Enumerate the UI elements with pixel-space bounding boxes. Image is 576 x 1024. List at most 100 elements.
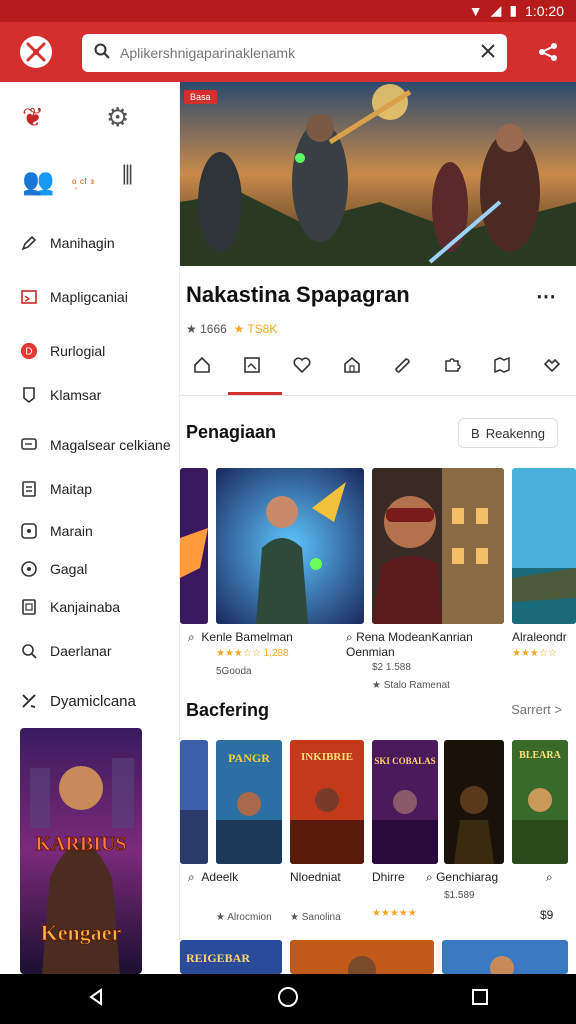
battery-icon: ▮ xyxy=(509,2,518,18)
poster-art: PANGR xyxy=(216,740,282,864)
hero-art xyxy=(180,82,576,266)
sidebar-item-label: Maitap xyxy=(50,481,93,497)
sidebar-item-label: Daerlanar xyxy=(50,643,112,659)
clear-search-icon[interactable] xyxy=(481,43,495,63)
tab-likes[interactable] xyxy=(534,348,570,382)
game-rating: ★ 1666 ★ TS8K xyxy=(186,322,277,336)
game-card[interactable] xyxy=(372,468,504,624)
tab-map[interactable] xyxy=(484,348,520,382)
sidebar-item-label: Marain xyxy=(50,523,93,539)
card-title-row: ⌕ Genchiarag xyxy=(426,870,498,885)
card-title: Nloedniat xyxy=(290,870,341,884)
poster-card[interactable]: PANGR xyxy=(216,740,282,864)
tab-favorites[interactable] xyxy=(284,348,320,382)
more-options-icon[interactable]: ⋯ xyxy=(536,284,556,309)
heart-icon xyxy=(293,357,311,374)
see-all-link[interactable]: Sarrert > xyxy=(511,702,562,717)
search-icon: ⌕ xyxy=(426,870,433,884)
poster-card[interactable]: INKIBRIE xyxy=(290,740,364,864)
home-circle-icon[interactable] xyxy=(277,986,299,1013)
tag-icon xyxy=(20,386,38,404)
search-icon[interactable]: ⌕ xyxy=(546,870,553,885)
signal-icon: ◢ xyxy=(490,2,502,18)
sidebar-item-label: Gagal xyxy=(50,561,88,577)
sidebar-item-marain[interactable]: Marain xyxy=(20,522,93,540)
reakenng-button[interactable]: B Reakenng xyxy=(458,418,558,448)
sidebar-item-klamsar[interactable]: Klamsar xyxy=(20,386,101,404)
poster-title: REIGEBAR xyxy=(186,951,250,965)
search-icon: ⌕ xyxy=(188,630,195,644)
sidebar-item-mapligcaniai[interactable]: Mapligcaniai xyxy=(20,288,128,306)
share-icon[interactable] xyxy=(536,40,560,64)
search-icon xyxy=(20,642,38,660)
sidebar-item-magalsear[interactable]: Magalsear celkiane xyxy=(20,436,171,454)
chat-icon xyxy=(20,436,38,454)
map-icon xyxy=(494,356,510,374)
figure-icon[interactable]: ⫴ xyxy=(122,160,133,192)
tab-gallery[interactable] xyxy=(228,348,282,395)
card-title: Kenle Bamelman xyxy=(201,630,293,644)
sidebar-item-label: Manihagin xyxy=(50,235,115,251)
game-card-partial-left[interactable] xyxy=(180,468,208,624)
tab-store[interactable] xyxy=(334,348,370,382)
card-sub: $9 xyxy=(540,908,554,922)
sidebar-item-manihagin[interactable]: Manihagin xyxy=(20,234,115,252)
search-icon: ⌕ xyxy=(346,630,353,644)
tag-icon xyxy=(395,358,410,373)
box-icon xyxy=(20,598,38,616)
game-card[interactable] xyxy=(216,468,364,624)
card-sub: ★ Alrocmion xyxy=(216,912,272,923)
poster-card[interactable]: BLEARA xyxy=(512,740,568,864)
poster-card-bottom[interactable] xyxy=(290,940,434,974)
sidebar-item-dyamiclcana[interactable]: Dyamiclcana xyxy=(20,692,136,710)
back-icon[interactable] xyxy=(86,987,106,1012)
sidebar-item-rurlogial[interactable]: D Rurlogial xyxy=(20,342,105,360)
card-art xyxy=(180,468,208,624)
bookmark-icon: B xyxy=(471,425,480,441)
banner-subtitle: Kengaer xyxy=(41,920,122,945)
tab-home[interactable] xyxy=(184,348,220,382)
poster-art: SKI COBALAS xyxy=(372,740,438,864)
search-icon: ⌕ xyxy=(188,870,195,884)
doc-icon xyxy=(20,480,38,498)
sidebar-item-label: Kanjainaba xyxy=(50,599,121,615)
poster-title: BLEARA xyxy=(519,750,561,761)
pencil-icon xyxy=(20,234,38,252)
poster-card[interactable]: SKI COBALAS xyxy=(372,740,438,864)
search-input[interactable] xyxy=(120,45,481,61)
card-title-row: ⌕ Rena ModeanKanrian Oenmian xyxy=(346,630,506,660)
poster-art: REIGEBAR xyxy=(180,940,282,974)
app-bar xyxy=(0,22,576,82)
search-bar[interactable] xyxy=(82,34,507,72)
people-icon[interactable]: 👥 xyxy=(22,166,54,197)
poster-card-bottom[interactable]: REIGEBAR xyxy=(180,940,282,974)
sidebar-item-label: Rurlogial xyxy=(50,343,106,359)
sidebar-item-daerlanar[interactable]: Daerlanar xyxy=(20,642,111,660)
hero-banner[interactable]: Basa xyxy=(180,82,576,266)
poster-card-bottom[interactable] xyxy=(442,940,568,974)
poster-card-partial-left[interactable] xyxy=(180,740,208,864)
sidebar-item-maitap[interactable]: Maitap xyxy=(20,480,92,498)
tab-puzzle[interactable] xyxy=(434,348,470,382)
heart-outline-icon xyxy=(543,358,561,373)
tools-icon[interactable]: ⚙ xyxy=(106,102,129,133)
status-bar: ▼ ◢ ▮ 1:0:20 xyxy=(0,0,576,22)
sidebar-top-icons: ❦ ⚙ 👥 ᵒ᷊ ᶜᶠ ᵌ ⫴ xyxy=(14,98,164,208)
puzzle-icon xyxy=(445,358,461,372)
card-title: Dhirre xyxy=(372,870,405,884)
recents-icon[interactable] xyxy=(470,987,490,1012)
tab-tags[interactable] xyxy=(384,348,420,382)
poster-title: SKI COBALAS xyxy=(374,756,435,766)
card-title-row: ⌕ Adeelk xyxy=(188,870,238,885)
crossed-tools-icon[interactable] xyxy=(20,36,52,68)
flame-icon[interactable]: ❦ xyxy=(22,102,44,133)
image-icon xyxy=(20,288,38,306)
sidebar-item-gagal[interactable]: Gagal xyxy=(20,560,87,578)
sidebar-item-kanjainaba[interactable]: Kanjainaba xyxy=(20,598,120,616)
game-card-partial-right[interactable] xyxy=(512,468,576,624)
card-sub: ★ Stalo Ramenat xyxy=(372,680,450,691)
badge-icon[interactable]: ᵒ᷊ ᶜᶠ ᵌ xyxy=(72,176,94,190)
promo-banner[interactable]: KARBIUS Kengaer xyxy=(20,728,142,974)
poster-card[interactable] xyxy=(444,740,504,864)
main-content: Basa Nakastina Spapagran ⋯ ★ 1666 ★ TS8K… xyxy=(180,82,576,974)
